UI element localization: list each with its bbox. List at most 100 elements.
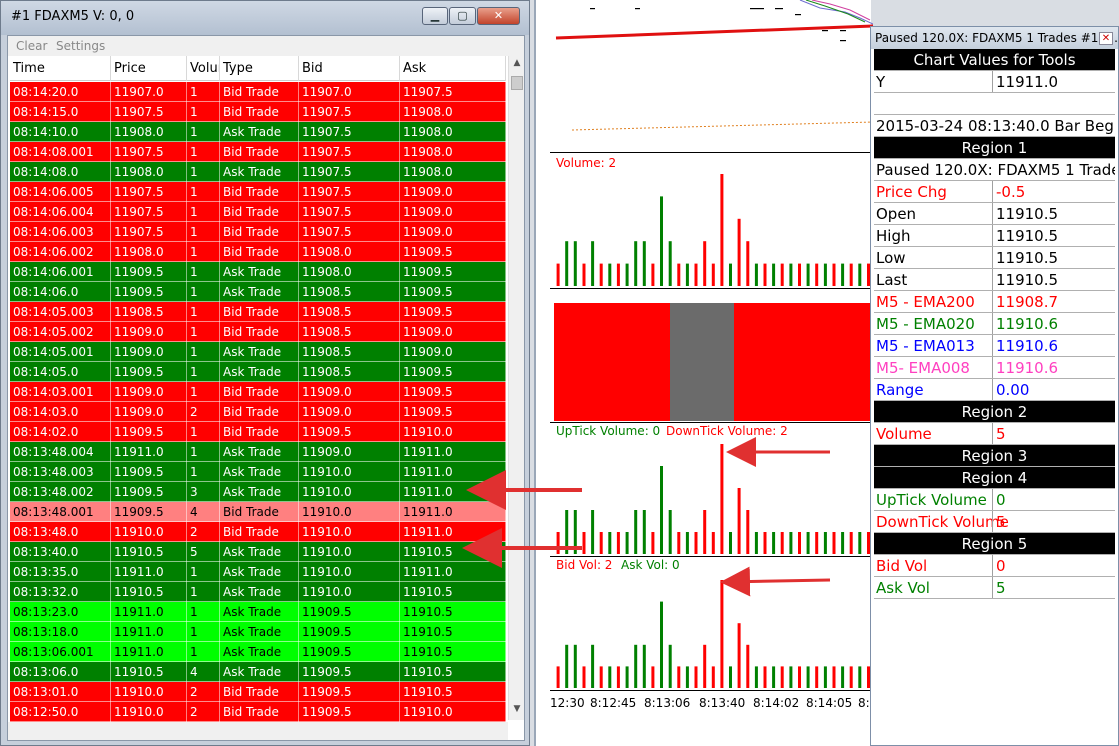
cell-bid: 11910.0 bbox=[299, 482, 400, 502]
volume-bar bbox=[815, 666, 819, 688]
table-row[interactable]: 08:13:48.001 11909.5 4 Bid Trade 11910.0 1191… bbox=[10, 502, 506, 522]
chart-values-row: Y 11911.0 bbox=[874, 71, 1115, 93]
volume-bar bbox=[849, 263, 853, 286]
column-header-bid[interactable]: Bid bbox=[299, 56, 400, 81]
cell-time: 08:13:23.0 bbox=[10, 602, 111, 622]
volume-bar bbox=[573, 644, 577, 688]
table-row[interactable]: 08:13:18.0 11911.0 1 Ask Trade 11909.5 11910.… bbox=[10, 622, 506, 642]
cell-type: Bid Trade bbox=[220, 382, 299, 402]
cell-bid: 11908.5 bbox=[299, 342, 400, 362]
cell-ask: 11909.0 bbox=[400, 182, 506, 202]
column-header-volume[interactable]: Volum bbox=[187, 56, 220, 81]
volume-bar bbox=[556, 532, 560, 554]
volume-bar bbox=[703, 644, 707, 688]
cell-price: 11911.0 bbox=[111, 442, 187, 462]
table-row[interactable]: 08:14:05.0 11909.5 1 Ask Trade 11908.5 11909.… bbox=[10, 362, 506, 382]
table-row[interactable]: 08:13:48.002 11909.5 3 Ask Trade 11910.0 1191… bbox=[10, 482, 506, 502]
volume-bar bbox=[763, 666, 767, 688]
table-row[interactable]: 08:14:06.004 11907.5 1 Bid Trade 11907.5 1190… bbox=[10, 202, 506, 222]
value-key: Y bbox=[876, 73, 886, 91]
table-row[interactable]: 08:14:05.001 11909.0 1 Ask Trade 11908.5 1190… bbox=[10, 342, 506, 362]
table-row[interactable]: 08:13:35.0 11911.0 1 Ask Trade 11910.0 11911.… bbox=[10, 562, 506, 582]
volume-bar bbox=[823, 263, 827, 286]
cell-price: 11911.0 bbox=[111, 642, 187, 662]
cell-bid: 11907.5 bbox=[299, 142, 400, 162]
value-key: Price Chg bbox=[876, 183, 947, 201]
maximize-button[interactable]: ▢ bbox=[449, 7, 476, 25]
table-row[interactable]: 08:13:23.0 11911.0 1 Ask Trade 11909.5 11910.… bbox=[10, 602, 506, 622]
table-row[interactable]: 08:14:15.0 11907.5 1 Bid Trade 11907.5 11908.… bbox=[10, 102, 506, 122]
table-row[interactable]: 08:13:32.0 11910.5 1 Ask Trade 11910.0 11910.… bbox=[10, 582, 506, 602]
chart-values-row: Volume 5 bbox=[874, 423, 1115, 445]
cell-bid: 11907.5 bbox=[299, 162, 400, 182]
table-row[interactable]: 08:14:08.0 11908.0 1 Ask Trade 11907.5 11908.… bbox=[10, 162, 506, 182]
cell-price: 11908.0 bbox=[111, 122, 187, 142]
cell-time: 08:13:48.001 bbox=[10, 502, 111, 522]
menu-clear[interactable]: Clear bbox=[16, 39, 47, 53]
table-row[interactable]: 08:14:10.0 11908.0 1 Ask Trade 11907.5 11908.… bbox=[10, 122, 506, 142]
table-row[interactable]: 08:13:48.0 11910.0 2 Bid Trade 11910.0 11911.… bbox=[10, 522, 506, 542]
value-key: Last bbox=[876, 271, 908, 289]
time-axis-label: 8:13:06 bbox=[644, 696, 691, 710]
table-row[interactable]: 08:12:50.0 11910.0 2 Bid Trade 11909.5 11910.… bbox=[10, 702, 506, 722]
cell-volume: 1 bbox=[187, 462, 220, 482]
column-header-type[interactable]: Type bbox=[220, 56, 299, 81]
menu-settings[interactable]: Settings bbox=[56, 39, 105, 53]
cell-bid: 11910.0 bbox=[299, 562, 400, 582]
scrollbar-thumb[interactable] bbox=[511, 76, 523, 90]
column-header-price[interactable]: Price bbox=[111, 56, 187, 81]
table-row[interactable]: 08:13:06.0 11910.5 4 Ask Trade 11909.5 11910.… bbox=[10, 662, 506, 682]
table-row[interactable]: 08:14:03.001 11909.0 1 Bid Trade 11909.0 1190… bbox=[10, 382, 506, 402]
table-row[interactable]: 08:14:05.003 11908.5 1 Bid Trade 11908.5 1190… bbox=[10, 302, 506, 322]
table-row[interactable]: 08:13:48.004 11911.0 1 Ask Trade 11909.0 1191… bbox=[10, 442, 506, 462]
table-row[interactable]: 08:14:08.001 11907.5 1 Bid Trade 11907.5 1190… bbox=[10, 142, 506, 162]
cell-time: 08:12:50.0 bbox=[10, 702, 111, 722]
table-row[interactable]: 08:14:06.003 11907.5 1 Bid Trade 11907.5 1190… bbox=[10, 222, 506, 242]
time-axis-label: 8:13:40 bbox=[699, 696, 746, 710]
table-row[interactable]: 08:13:40.0 11910.5 5 Ask Trade 11910.0 11910.… bbox=[10, 542, 506, 562]
table-row[interactable]: 08:13:01.0 11910.0 2 Bid Trade 11909.5 11910.… bbox=[10, 682, 506, 702]
cell-type: Ask Trade bbox=[220, 582, 299, 602]
value-key: M5 - EMA200 bbox=[876, 293, 975, 311]
table-row[interactable]: 08:14:02.0 11909.5 1 Bid Trade 11909.5 11910.… bbox=[10, 422, 506, 442]
horizontal-scrollbar[interactable] bbox=[8, 722, 508, 740]
column-header-ask[interactable]: Ask bbox=[400, 56, 506, 81]
cell-volume: 1 bbox=[187, 222, 220, 242]
volume-bar bbox=[565, 510, 569, 554]
volume-bar bbox=[685, 666, 689, 688]
minimize-button[interactable]: ▁ bbox=[422, 7, 448, 25]
cell-price: 11910.0 bbox=[111, 522, 187, 542]
volume-bar bbox=[634, 241, 638, 286]
close-icon[interactable]: ✕ bbox=[1099, 32, 1113, 45]
close-button[interactable]: ✕ bbox=[477, 7, 520, 25]
chart-values-titlebar[interactable]: Paused 120.0X: FDAXM5 1 Trades #1 - ... … bbox=[871, 27, 1119, 49]
table-row[interactable]: 08:13:06.001 11911.0 1 Ask Trade 11909.5 1191… bbox=[10, 642, 506, 662]
vertical-scrollbar[interactable]: ▲ ▼ bbox=[508, 56, 524, 720]
cell-bid: 11907.5 bbox=[299, 102, 400, 122]
table-row[interactable]: 08:14:20.0 11907.0 1 Bid Trade 11907.0 11907.… bbox=[10, 82, 506, 102]
table-row[interactable]: 08:14:06.005 11907.5 1 Bid Trade 11907.5 1190… bbox=[10, 182, 506, 202]
cell-bid: 11908.5 bbox=[299, 322, 400, 342]
volume-bar bbox=[849, 532, 853, 554]
volume-bar bbox=[573, 510, 577, 554]
scroll-up-arrow-icon[interactable]: ▲ bbox=[509, 58, 525, 68]
volume-bar bbox=[599, 532, 603, 554]
table-row[interactable]: 08:14:05.002 11909.0 1 Bid Trade 11908.5 1190… bbox=[10, 322, 506, 342]
cell-price: 11909.5 bbox=[111, 282, 187, 302]
table-row[interactable]: 08:14:06.0 11909.5 1 Ask Trade 11908.5 11909.… bbox=[10, 282, 506, 302]
cell-bid: 11908.5 bbox=[299, 302, 400, 322]
cell-price: 11907.5 bbox=[111, 142, 187, 162]
table-row[interactable]: 08:14:06.001 11909.5 1 Ask Trade 11908.0 1190… bbox=[10, 262, 506, 282]
volume-bar bbox=[737, 488, 741, 554]
cell-type: Ask Trade bbox=[220, 462, 299, 482]
column-header-time[interactable]: Time bbox=[10, 56, 111, 81]
cell-volume: 5 bbox=[187, 542, 220, 562]
scroll-down-arrow-icon[interactable]: ▼ bbox=[509, 704, 525, 714]
volume-bar bbox=[703, 241, 707, 286]
table-row[interactable]: 08:14:03.0 11909.0 2 Bid Trade 11909.0 11909.… bbox=[10, 402, 506, 422]
table-row[interactable]: 08:14:06.002 11908.0 1 Bid Trade 11908.0 1190… bbox=[10, 242, 506, 262]
time-and-sales-client: Clear Settings Time Price Volum Type Bid… bbox=[7, 35, 525, 741]
volume-bar bbox=[772, 532, 776, 554]
time-and-sales-titlebar[interactable]: #1 FDAXM5 V: 0, 0 ▁ ▢ ✕ bbox=[1, 1, 529, 35]
table-row[interactable]: 08:13:48.003 11909.5 1 Ask Trade 11910.0 1191… bbox=[10, 462, 506, 482]
